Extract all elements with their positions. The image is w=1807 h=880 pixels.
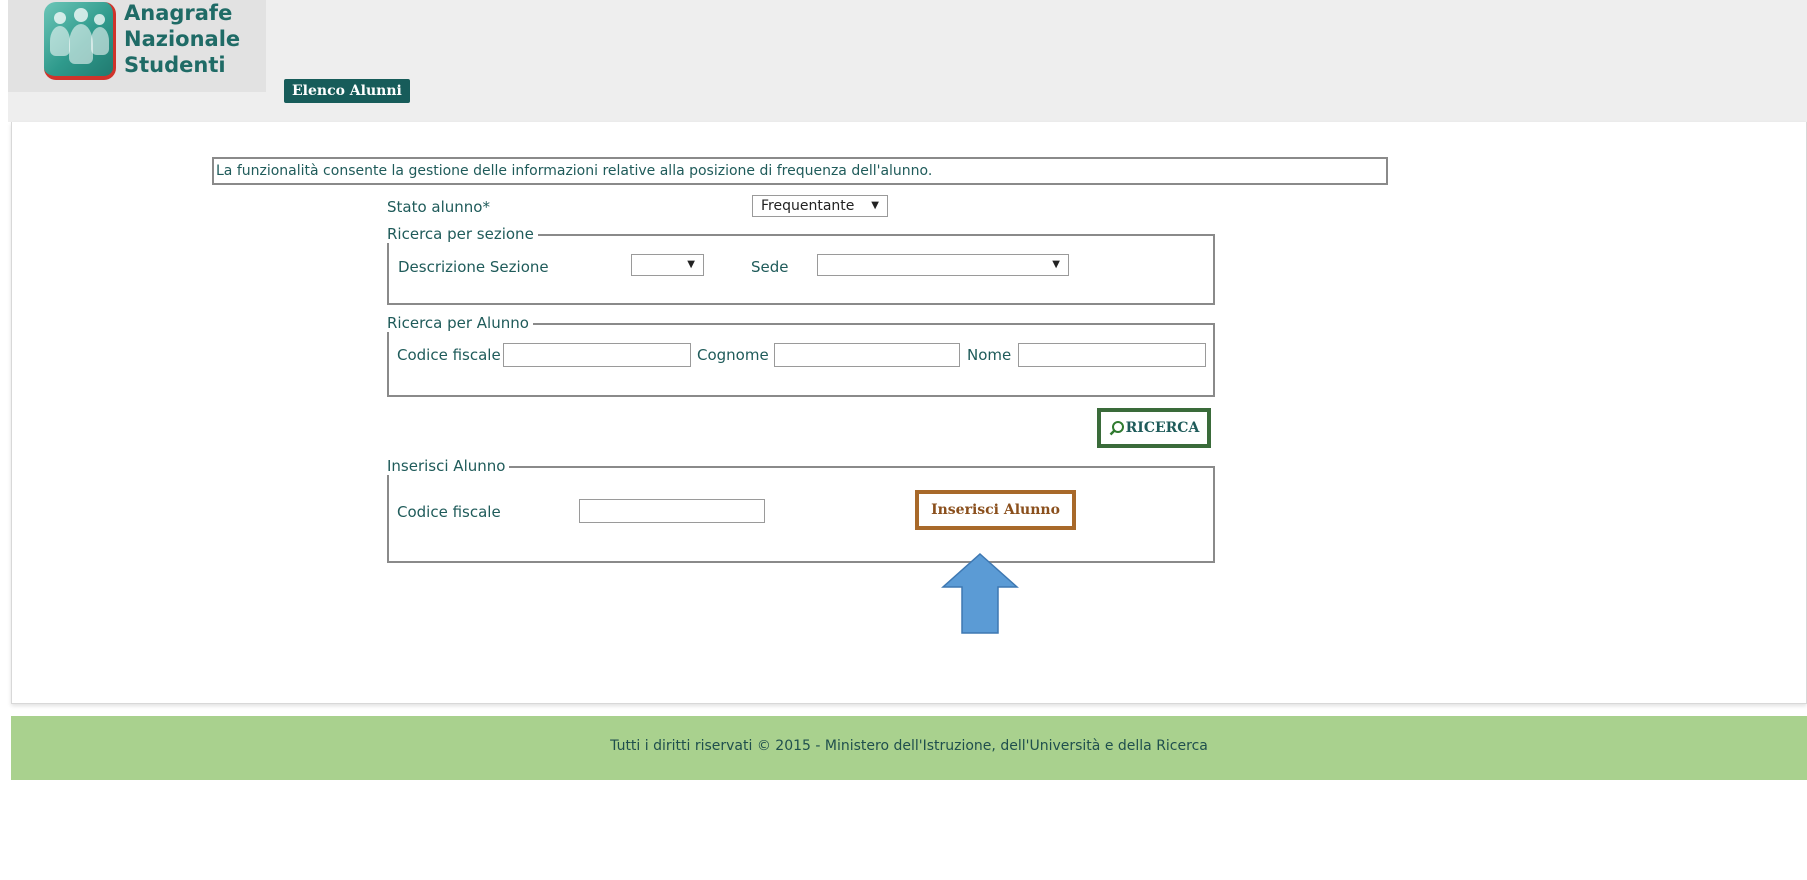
ricerca-button[interactable]: RICERCA [1097,408,1211,448]
stato-alunno-value: Frequentante [761,198,855,214]
logo-line-2: Nazionale [124,27,241,51]
stato-alunno-label: Stato alunno* [387,198,490,216]
cognome-input[interactable] [774,343,960,367]
magnifier-icon [1109,421,1124,436]
ricerca-sezione-legend: Ricerca per sezione [387,225,538,243]
logo-line-1: Anagrafe [124,1,233,25]
cognome-label: Cognome [697,346,769,364]
app-logo[interactable]: Anagrafe Nazionale Studenti [8,0,266,92]
inserisci-codice-fiscale-input[interactable] [579,499,765,523]
stato-alunno-select[interactable]: Frequentante ▼ [752,195,888,217]
inserisci-codice-fiscale-label: Codice fiscale [397,503,501,521]
nome-label: Nome [967,346,1012,364]
logo-title: Anagrafe Nazionale Studenti [124,0,240,78]
logo-line-3: Studenti [124,53,226,77]
descrizione-sezione-select[interactable]: ▼ [631,254,704,276]
inserisci-alunno-legend: Inserisci Alunno [387,457,510,475]
info-message: La funzionalità consente la gestione del… [212,157,1388,185]
ricerca-alunno-legend: Ricerca per Alunno [387,314,533,332]
tab-elenco-alunni[interactable]: Elenco Alunni [284,79,410,103]
sede-label: Sede [751,258,789,276]
up-arrow-icon [941,553,1019,634]
dropdown-arrow-icon: ▼ [871,200,879,211]
descrizione-sezione-label: Descrizione Sezione [398,258,549,276]
inserisci-alunno-fieldset: Inserisci Alunno [387,457,1215,563]
ricerca-button-label: RICERCA [1125,420,1200,436]
students-group-icon [44,2,116,80]
page-footer: Tutti i diritti riservati © 2015 - Minis… [11,716,1807,780]
page-header [8,0,1807,122]
sede-select[interactable]: ▼ [817,254,1069,276]
nome-input[interactable] [1018,343,1206,367]
footer-copyright: Tutti i diritti riservati © 2015 - Minis… [610,738,1208,754]
codice-fiscale-input[interactable] [503,343,691,367]
dropdown-arrow-icon: ▼ [1052,259,1060,270]
dropdown-arrow-icon: ▼ [687,259,695,270]
main-panel [11,122,1807,704]
codice-fiscale-label: Codice fiscale [397,346,501,364]
inserisci-alunno-button[interactable]: Inserisci Alunno [915,490,1076,530]
